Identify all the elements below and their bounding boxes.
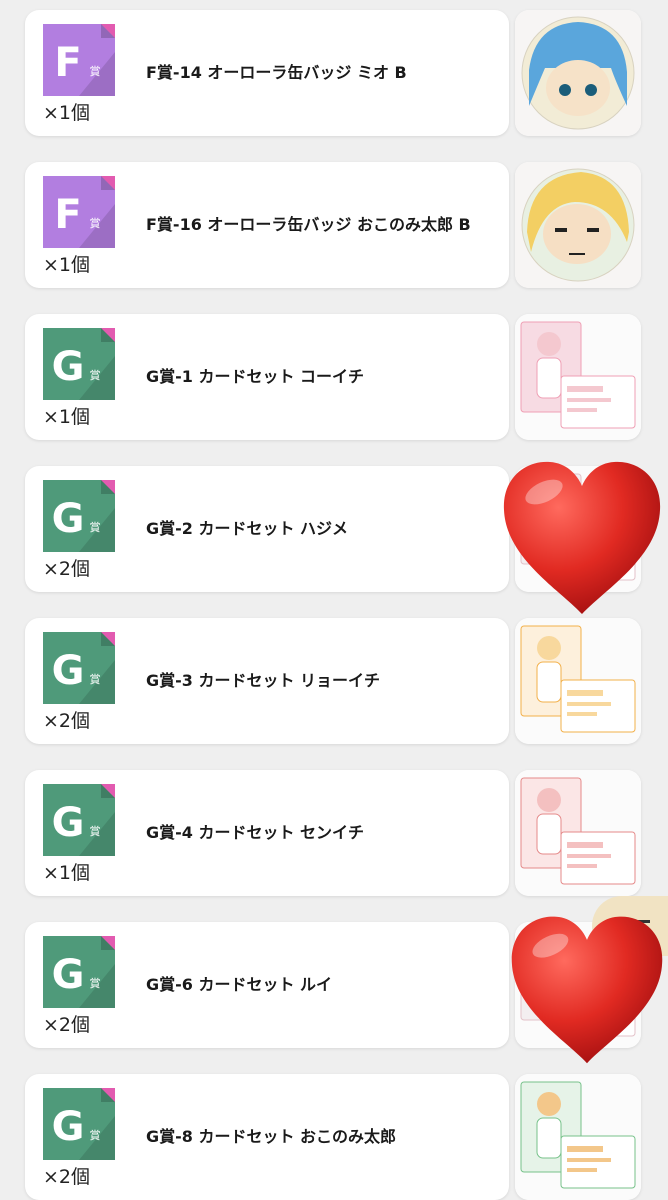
grade-letter: G	[52, 344, 85, 390]
prize-name: G賞-4 カードセット センイチ	[146, 823, 365, 842]
quantity-label: ×1個	[43, 102, 91, 124]
prize-thumbnail[interactable]	[515, 10, 641, 136]
grade-letter: G	[52, 648, 85, 694]
prize-thumbnail[interactable]	[515, 770, 641, 896]
grade-kanji: 賞	[90, 65, 101, 78]
list-item[interactable]: F 賞 ×1個 F賞-14 オーローラ缶バッジ ミオ B	[0, 10, 668, 136]
prize-card[interactable]: G 賞 ×2個 G賞-2 カードセット ハジメ	[25, 466, 509, 592]
heart-sticker-2	[508, 912, 666, 1068]
grade-kanji: 賞	[90, 369, 101, 382]
prize-thumbnail[interactable]	[515, 162, 641, 288]
prize-card[interactable]: G 賞 ×2個 G賞-3 カードセット リョーイチ	[25, 618, 509, 744]
grade-letter: G	[52, 952, 85, 998]
prize-thumbnail[interactable]	[515, 314, 641, 440]
list-item[interactable]: G 賞 ×2個 G賞-3 カードセット リョーイチ	[0, 618, 668, 744]
prize-name: G賞-1 カードセット コーイチ	[146, 367, 365, 386]
grade-letter: G	[52, 800, 85, 846]
grade-letter: G	[52, 1104, 85, 1150]
grade-badge-icon: G賞	[43, 784, 115, 856]
list-item[interactable]: G 賞 ×2個 G賞-8 カードセット おこのみ太郎	[0, 1074, 668, 1200]
prize-card[interactable]: G 賞 ×2個 G賞-6 カードセット ルイ	[25, 922, 509, 1048]
prize-name: G賞-6 カードセット ルイ	[146, 975, 333, 994]
grade-kanji: 賞	[90, 1129, 101, 1142]
grade-letter: G	[52, 496, 85, 542]
prize-name: G賞-3 カードセット リョーイチ	[146, 671, 381, 690]
prize-card[interactable]: G 賞 ×2個 G賞-8 カードセット おこのみ太郎	[25, 1074, 509, 1200]
prize-card[interactable]: F 賞 ×1個 F賞-14 オーローラ缶バッジ ミオ B	[25, 10, 509, 136]
grade-badge-icon: G賞	[43, 328, 115, 400]
prize-card[interactable]: G 賞 ×1個 G賞-1 カードセット コーイチ	[25, 314, 509, 440]
grade-kanji: 賞	[90, 673, 101, 686]
grade-badge-icon: F賞	[43, 176, 115, 248]
grade-letter: F	[54, 192, 81, 238]
grade-kanji: 賞	[90, 825, 101, 838]
list-item[interactable]: G 賞 ×1個 G賞-1 カードセット コーイチ	[0, 314, 668, 440]
prize-card[interactable]: F 賞 ×1個 F賞-16 オーローラ缶バッジ おこのみ太郎 B	[25, 162, 509, 288]
quantity-label: ×1個	[43, 254, 91, 276]
quantity-label: ×2個	[43, 1166, 91, 1188]
list-item[interactable]: G 賞 ×1個 G賞-4 カードセット センイチ	[0, 770, 668, 896]
list-item[interactable]: F 賞 ×1個 F賞-16 オーローラ缶バッジ おこのみ太郎 B	[0, 162, 668, 288]
prize-thumbnail[interactable]	[515, 618, 641, 744]
grade-badge-icon: G賞	[43, 632, 115, 704]
quantity-label: ×1個	[43, 862, 91, 884]
grade-kanji: 賞	[90, 217, 101, 230]
grade-letter: F	[54, 40, 81, 86]
prize-card[interactable]: G 賞 ×1個 G賞-4 カードセット センイチ	[25, 770, 509, 896]
quantity-label: ×2個	[43, 710, 91, 732]
grade-kanji: 賞	[90, 977, 101, 990]
quantity-label: ×1個	[43, 406, 91, 428]
prize-name: F賞-14 オーローラ缶バッジ ミオ B	[146, 63, 407, 82]
heart-sticker-1	[500, 458, 664, 618]
prize-name: F賞-16 オーローラ缶バッジ おこのみ太郎 B	[146, 215, 471, 234]
prize-name: G賞-2 カードセット ハジメ	[146, 519, 349, 538]
heart-icon	[503, 461, 661, 614]
prize-name: G賞-8 カードセット おこのみ太郎	[146, 1127, 397, 1146]
grade-badge-icon: G賞	[43, 936, 115, 1008]
quantity-label: ×2個	[43, 558, 91, 580]
prize-thumbnail[interactable]	[515, 1074, 641, 1200]
grade-badge-icon: G賞	[43, 1088, 115, 1160]
grade-badge-icon: G賞	[43, 480, 115, 552]
grade-badge-icon: F賞	[43, 24, 115, 96]
heart-icon	[511, 916, 663, 1064]
quantity-label: ×2個	[43, 1014, 91, 1036]
grade-kanji: 賞	[90, 521, 101, 534]
